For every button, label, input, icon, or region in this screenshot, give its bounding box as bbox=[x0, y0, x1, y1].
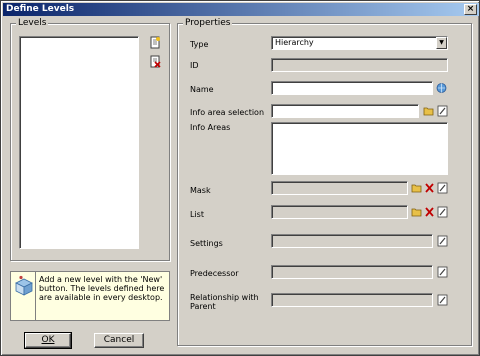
cancel-button-label: Cancel bbox=[103, 335, 135, 345]
edit-icon[interactable] bbox=[437, 266, 448, 278]
list-label: List bbox=[190, 210, 204, 219]
folder-icon[interactable] bbox=[411, 206, 422, 218]
delete-icon[interactable] bbox=[424, 182, 435, 194]
settings-label: Settings bbox=[190, 239, 223, 248]
info-box-icon bbox=[15, 275, 33, 296]
close-icon: × bbox=[466, 4, 475, 14]
info-areas-label: Info Areas bbox=[190, 123, 231, 132]
edit-icon[interactable] bbox=[437, 105, 448, 117]
id-field bbox=[271, 58, 448, 72]
delete-level-button[interactable] bbox=[149, 55, 161, 68]
new-document-icon bbox=[150, 36, 160, 49]
translate-icon[interactable] bbox=[436, 82, 447, 94]
ok-button[interactable]: OK bbox=[24, 332, 72, 349]
name-label: Name bbox=[190, 85, 214, 94]
info-text: Add a new level with the 'New' button. T… bbox=[39, 275, 165, 302]
predecessor-field bbox=[271, 265, 433, 279]
edit-icon[interactable] bbox=[437, 182, 448, 194]
close-button[interactable]: × bbox=[464, 4, 477, 15]
info-area-selection-label: Info area selection bbox=[190, 108, 265, 117]
delete-document-icon bbox=[150, 55, 161, 68]
levels-group-label: Levels bbox=[16, 18, 49, 28]
info-areas-list[interactable] bbox=[271, 122, 448, 175]
define-levels-dialog: Define Levels × Levels Add a new level w… bbox=[0, 0, 480, 356]
levels-list[interactable] bbox=[19, 36, 139, 249]
delete-icon[interactable] bbox=[424, 206, 435, 218]
type-label: Type bbox=[190, 40, 209, 49]
info-icon-area bbox=[11, 272, 36, 320]
settings-field bbox=[271, 234, 433, 248]
cancel-button[interactable]: Cancel bbox=[94, 333, 144, 348]
edit-icon[interactable] bbox=[437, 294, 448, 306]
folder-icon[interactable] bbox=[411, 182, 422, 194]
chevron-down-icon[interactable]: ▼ bbox=[436, 37, 447, 49]
predecessor-label: Predecessor bbox=[190, 269, 239, 278]
relationship-label: Relationship with Parent bbox=[190, 293, 259, 311]
dialog-title: Define Levels bbox=[6, 4, 75, 14]
edit-icon[interactable] bbox=[437, 235, 448, 247]
folder-icon[interactable] bbox=[423, 105, 434, 117]
list-field bbox=[271, 205, 408, 219]
new-level-button[interactable] bbox=[149, 36, 161, 49]
type-select[interactable]: Hierarchy ▼ bbox=[271, 36, 448, 50]
info-area-selection-field[interactable] bbox=[271, 104, 419, 118]
id-label: ID bbox=[190, 61, 199, 70]
ok-button-label: OK bbox=[41, 335, 55, 345]
relationship-field bbox=[271, 293, 433, 307]
mask-label: Mask bbox=[190, 186, 211, 195]
edit-icon[interactable] bbox=[437, 206, 448, 218]
properties-group-label: Properties bbox=[183, 18, 233, 28]
title-bar: Define Levels × bbox=[3, 3, 479, 16]
mask-field bbox=[271, 181, 408, 195]
type-select-value: Hierarchy bbox=[275, 38, 314, 47]
info-hint-box: Add a new level with the 'New' button. T… bbox=[10, 271, 170, 321]
name-field[interactable] bbox=[271, 81, 433, 95]
